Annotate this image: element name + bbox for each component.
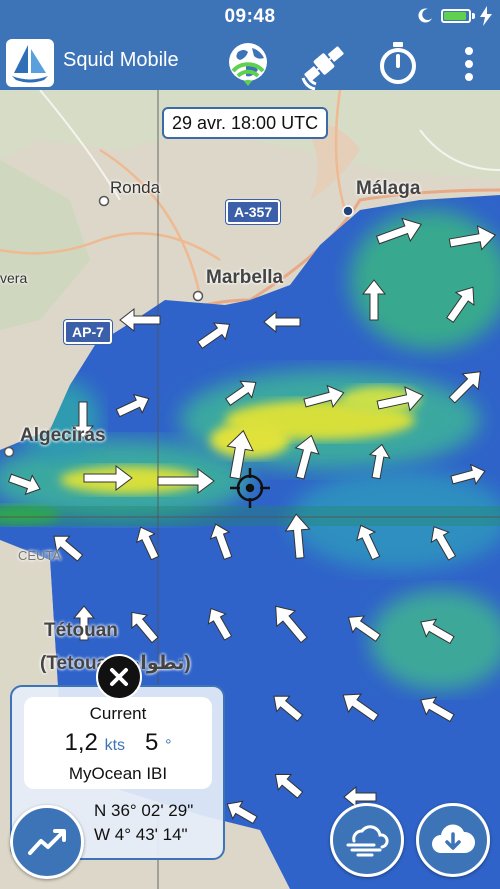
place-ceuta: CEUTA bbox=[18, 548, 62, 563]
cloud-download-icon bbox=[432, 824, 475, 853]
road-ap7: AP-7 bbox=[64, 320, 112, 344]
chart-button[interactable] bbox=[10, 805, 84, 879]
place-malaga: Málaga bbox=[356, 178, 421, 199]
status-bar: 09:48 bbox=[0, 0, 500, 34]
trend-chart-icon bbox=[28, 829, 66, 855]
logo-icon[interactable] bbox=[6, 39, 54, 87]
place-vera: vera bbox=[0, 270, 28, 286]
more-vertical-icon[interactable] bbox=[444, 38, 494, 90]
stopwatch-icon[interactable] bbox=[372, 38, 424, 90]
current-speed: 1,2 bbox=[64, 729, 98, 756]
road-a357: A-357 bbox=[226, 200, 281, 224]
download-button[interactable] bbox=[416, 803, 490, 877]
current-values: 1,2 kts 5 ° bbox=[24, 729, 212, 757]
close-button[interactable] bbox=[96, 654, 142, 700]
current-info-panel: Current 1,2 kts 5 ° MyOcean IBI bbox=[24, 697, 212, 789]
weather-button[interactable] bbox=[330, 803, 404, 877]
longitude: W 4° 43' 14" bbox=[94, 825, 188, 844]
place-tetouan: Tétouan bbox=[44, 620, 118, 641]
place-marbella: Marbella bbox=[206, 267, 284, 288]
moon-icon bbox=[418, 7, 434, 28]
current-direction-unit: ° bbox=[165, 737, 172, 754]
close-icon bbox=[110, 668, 128, 686]
battery-icon bbox=[441, 9, 471, 23]
charging-icon bbox=[479, 6, 493, 31]
latitude: N 36° 02' 29" bbox=[94, 801, 194, 820]
current-direction: 5 bbox=[145, 729, 159, 756]
wind-cloud-icon bbox=[346, 825, 389, 857]
satellite-icon[interactable] bbox=[298, 38, 350, 90]
globe-wifi-icon[interactable] bbox=[224, 38, 276, 90]
place-ronda: Ronda bbox=[110, 178, 161, 197]
place-algeciras: Algeciras bbox=[20, 425, 106, 446]
info-title: Current bbox=[89, 704, 147, 723]
app-header: Squid Mobile bbox=[0, 34, 500, 91]
current-speed-unit: kts bbox=[104, 737, 126, 754]
app-title: Squid Mobile bbox=[63, 49, 179, 71]
forecast-timestamp[interactable]: 29 avr. 18:00 UTC bbox=[162, 107, 329, 139]
data-source: MyOcean IBI bbox=[68, 764, 168, 783]
coordinates: N 36° 02' 29" W 4° 43' 14" bbox=[94, 799, 193, 847]
